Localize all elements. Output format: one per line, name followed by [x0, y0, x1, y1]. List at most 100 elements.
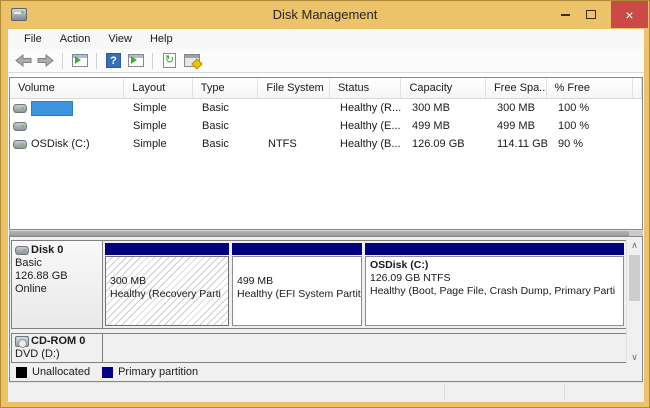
menu-action[interactable]: Action [51, 30, 100, 48]
layout-cell: Simple [125, 99, 194, 117]
column-header-status[interactable]: Status [330, 78, 402, 99]
statusbar-separator [444, 385, 445, 400]
help-button[interactable]: ? [104, 52, 123, 70]
cdrom0-row: CD-ROM 0 DVD (D:) [11, 333, 627, 363]
partition-name: OSDisk (C:) [370, 259, 623, 272]
back-arrow-icon [15, 54, 32, 67]
legend-item-primary-partition: Primary partition [102, 366, 198, 378]
maximize-icon [586, 10, 596, 19]
status-cell: Healthy (R... [332, 99, 404, 117]
close-button[interactable]: × [611, 1, 648, 28]
console-window-icon [72, 54, 88, 67]
show-action-pane-button[interactable] [126, 52, 145, 70]
partition-color-bar [232, 243, 362, 255]
console-window-icon [128, 54, 144, 67]
legend-label: Unallocated [32, 366, 90, 378]
disk0-status: Online [15, 283, 102, 296]
vertical-scrollbar[interactable]: ∧ ∨ [626, 238, 641, 364]
free-space-cell: 499 MB [489, 117, 550, 135]
disk-properties-button[interactable] [182, 52, 201, 70]
column-header-pct-free[interactable]: % Free [547, 78, 633, 99]
file-system-cell [260, 117, 332, 135]
menu-file[interactable]: File [15, 30, 51, 48]
partition-body: 300 MB Healthy (Recovery Parti [105, 256, 229, 326]
capacity-cell: 126.09 GB [404, 135, 489, 153]
menu-view[interactable]: View [99, 30, 141, 48]
volume-cell [10, 99, 125, 117]
layout-cell: Simple [125, 117, 194, 135]
volume-icon [13, 140, 27, 149]
column-header-type[interactable]: Type [193, 78, 259, 99]
toolbar-separator [62, 53, 63, 69]
disk-graphic-pane: Disk 0 Basic 126.88 GB Online 300 MB Hea… [9, 236, 643, 382]
toolbar-separator [152, 53, 153, 69]
scroll-up-icon[interactable]: ∧ [627, 238, 642, 252]
legend-item-unallocated: Unallocated [16, 366, 90, 378]
free-space-cell: 114.11 GB [489, 135, 550, 153]
minimize-icon [561, 14, 570, 16]
selected-volume-highlight [31, 101, 73, 116]
cdrom0-name: CD-ROM 0 [31, 335, 85, 348]
volume-cell [10, 117, 125, 135]
help-icon: ? [106, 53, 121, 68]
pct-free-cell: 100 % [550, 99, 637, 117]
maximize-button[interactable] [579, 1, 603, 28]
partition-efi[interactable]: 499 MB Healthy (EFI System Partit [232, 243, 362, 326]
titlebar[interactable]: Disk Management × [1, 1, 649, 29]
column-header-free-space[interactable]: Free Spa... [486, 78, 547, 99]
disk0-size: 126.88 GB [15, 270, 102, 283]
disk0-type: Basic [15, 257, 102, 270]
table-row[interactable]: OSDisk (C:) Simple Basic NTFS Healthy (B… [10, 135, 642, 153]
column-header-volume[interactable]: Volume [10, 78, 124, 99]
legend-label: Primary partition [118, 366, 198, 378]
free-space-cell: 300 MB [489, 99, 550, 117]
back-button[interactable] [14, 52, 33, 70]
disk0-label-panel[interactable]: Disk 0 Basic 126.88 GB Online [12, 241, 103, 328]
type-cell: Basic [194, 135, 260, 153]
partition-size: 499 MB [237, 259, 361, 288]
partition-size: 300 MB [110, 259, 228, 288]
volume-icon [13, 104, 27, 113]
unallocated-swatch [16, 367, 27, 378]
capacity-cell: 300 MB [404, 99, 489, 117]
volume-icon [13, 122, 27, 131]
toolbar-separator [96, 53, 97, 69]
show-console-tree-button[interactable] [70, 52, 89, 70]
partition-osdisk[interactable]: OSDisk (C:) 126.09 GB NTFS Healthy (Boot… [365, 243, 624, 326]
pct-free-cell: 90 % [550, 135, 637, 153]
partition-status: Healthy (Boot, Page File, Crash Dump, Pr… [370, 285, 623, 298]
column-header-file-system[interactable]: File System [258, 78, 330, 99]
column-header-capacity[interactable]: Capacity [401, 78, 485, 99]
type-cell: Basic [194, 99, 260, 117]
close-icon: × [625, 7, 633, 23]
pct-free-cell: 100 % [550, 117, 637, 135]
menu-help[interactable]: Help [141, 30, 182, 48]
cdrom0-label-panel[interactable]: CD-ROM 0 DVD (D:) [12, 334, 103, 362]
disk0-name: Disk 0 [31, 244, 63, 257]
table-row[interactable]: Simple Basic Healthy (E... 499 MB 499 MB… [10, 117, 642, 135]
disk0-row: Disk 0 Basic 126.88 GB Online 300 MB Hea… [11, 240, 627, 329]
disk-icon [15, 246, 29, 255]
minimize-button[interactable] [553, 1, 577, 28]
column-header-layout[interactable]: Layout [124, 78, 193, 99]
refresh-icon: ↻ [163, 53, 176, 68]
partitions-area: 300 MB Healthy (Recovery Parti 499 MB He… [103, 241, 626, 328]
partition-recovery[interactable]: 300 MB Healthy (Recovery Parti [105, 243, 229, 326]
table-row[interactable]: Simple Basic Healthy (R... 300 MB 300 MB… [10, 99, 642, 117]
partition-status: Healthy (EFI System Partit [237, 288, 361, 301]
file-system-cell: NTFS [260, 135, 332, 153]
scroll-down-icon[interactable]: ∨ [627, 350, 642, 364]
column-header-filler [633, 78, 642, 99]
toolbar: ? ↻ [8, 49, 644, 73]
scrollbar-thumb[interactable] [629, 255, 640, 301]
refresh-button[interactable]: ↻ [160, 52, 179, 70]
layout-cell: Simple [125, 135, 194, 153]
partition-body: OSDisk (C:) 126.09 GB NTFS Healthy (Boot… [365, 256, 624, 326]
partition-size: 126.09 GB NTFS [370, 272, 623, 285]
cdrom0-media: DVD (D:) [15, 348, 102, 361]
forward-button[interactable] [36, 52, 55, 70]
client-area: File Action View Help ? [8, 29, 644, 402]
disk-properties-icon [184, 54, 200, 67]
primary-partition-swatch [102, 367, 113, 378]
menu-bar: File Action View Help [8, 29, 644, 49]
